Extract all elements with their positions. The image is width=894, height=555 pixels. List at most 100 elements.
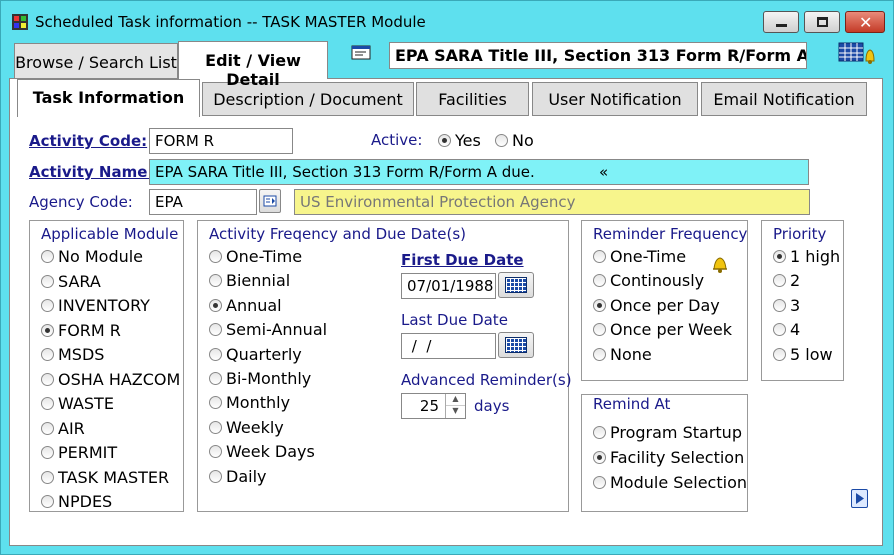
freq-list-option[interactable]: Biennial: [209, 271, 290, 290]
first-due-date-field[interactable]: 07/01/1988: [401, 273, 496, 299]
freq-list-option[interactable]: Semi-Annual: [209, 320, 327, 339]
prio-list-option[interactable]: 5 low: [773, 345, 833, 364]
radio-label: Module Selection: [610, 473, 747, 492]
radio-dot: [593, 250, 606, 263]
radio-dot: [41, 299, 54, 312]
radio-label: Semi-Annual: [226, 320, 328, 340]
activity-name-field[interactable]: EPA SARA Title III, Section 313 Form R/F…: [149, 159, 809, 185]
radio-dot: [773, 250, 786, 263]
advanced-reminder-label: Advanced Reminder(s): [401, 371, 572, 389]
radio-dot: [495, 134, 508, 147]
tab-user-notification[interactable]: User Notification: [532, 82, 698, 116]
close-button[interactable]: ✕: [845, 11, 885, 33]
last-due-date-field[interactable]: / /: [401, 333, 496, 359]
radio-label: MSDS: [58, 345, 105, 364]
prio-list-option[interactable]: 2: [773, 271, 800, 290]
next-page-button[interactable]: [851, 489, 868, 508]
active-label: Active:: [371, 131, 423, 149]
rem-list-option[interactable]: None: [593, 345, 652, 364]
freq-list-option[interactable]: Daily: [209, 467, 266, 486]
module-list-option[interactable]: OSHA HAZCOM: [41, 370, 180, 389]
module-list-option[interactable]: NPDES: [41, 492, 112, 511]
radio-dot: [41, 250, 54, 263]
radio-dot: [41, 397, 54, 410]
radio-dot: [209, 250, 222, 263]
last-due-calendar-button[interactable]: [498, 332, 534, 358]
radio-label: 1 high: [790, 247, 841, 266]
rem-list-option[interactable]: Once per Week: [593, 320, 732, 339]
freq-list-option[interactable]: Week Days: [209, 442, 315, 461]
radio-label: Continously: [610, 271, 705, 291]
freq-list-option[interactable]: Annual: [209, 296, 282, 315]
radio-dot: [41, 372, 54, 386]
maximize-icon: [817, 17, 828, 27]
module-list-option[interactable]: INVENTORY: [41, 296, 150, 315]
activity-code-label[interactable]: Activity Code:: [29, 132, 147, 150]
remind-list-option[interactable]: Program Startup: [593, 423, 742, 442]
spinner-up-icon[interactable]: ▲: [446, 394, 465, 406]
maximize-button[interactable]: [804, 11, 840, 33]
tab-label: Task Information: [32, 88, 185, 107]
radio-label: 3: [790, 295, 801, 315]
radio-dot: [209, 323, 222, 337]
radio-label: 4: [790, 320, 801, 340]
tab-email-notification[interactable]: Email Notification: [701, 82, 867, 116]
calendar-icon: [505, 337, 527, 353]
rem-list-option[interactable]: One-Time: [593, 247, 686, 266]
title-bar[interactable]: Scheduled Task information -- TASK MASTE…: [1, 1, 893, 41]
module-list-option[interactable]: TASK MASTER: [41, 468, 169, 487]
first-due-calendar-button[interactable]: [498, 272, 534, 298]
rem-list-option[interactable]: Once per Day: [593, 296, 720, 315]
module-list-option[interactable]: MSDS: [41, 345, 104, 364]
remind-list-option[interactable]: Module Selection: [593, 473, 747, 492]
freq-list-option[interactable]: One-Time: [209, 247, 302, 266]
rem-list-option[interactable]: Continously: [593, 271, 704, 290]
freq-list-option[interactable]: Quarterly: [209, 345, 302, 364]
tab-edit-view[interactable]: Edit / View Detail: [178, 41, 328, 89]
tab-facilities[interactable]: Facilities: [416, 82, 529, 116]
freq-list-option[interactable]: Bi-Monthly: [209, 369, 311, 388]
minimize-icon: [776, 24, 787, 27]
active-yes-radio[interactable]: Yes: [438, 131, 481, 150]
radio-label: AIR: [58, 418, 85, 438]
text-cursor-marker: «: [599, 163, 609, 181]
radio-dot: [41, 348, 54, 361]
agency-lookup-button[interactable]: [259, 189, 281, 213]
prio-list-option[interactable]: 1 high: [773, 247, 840, 266]
tab-label: Email Notification: [713, 90, 855, 109]
radio-label: Yes: [455, 131, 481, 150]
activity-name-label[interactable]: Activity Name:: [29, 163, 153, 181]
calendar-alarm-icon[interactable]: [838, 39, 876, 65]
active-no-radio[interactable]: No: [495, 131, 534, 150]
remind-list-option[interactable]: Facility Selection: [593, 448, 744, 467]
radio-dot: [209, 274, 222, 288]
module-list-option[interactable]: No Module: [41, 247, 143, 266]
tab-task-information[interactable]: Task Information: [17, 79, 200, 117]
radio-label: TASK MASTER: [58, 467, 170, 487]
first-due-date-label[interactable]: First Due Date: [401, 251, 524, 269]
radio-dot: [209, 420, 222, 434]
spinner-buttons[interactable]: ▲ ▼: [445, 394, 465, 418]
module-list-option[interactable]: AIR: [41, 419, 85, 438]
radio-label: Weekly: [226, 417, 284, 437]
radio-dot: [593, 298, 606, 312]
prio-list-option[interactable]: 4: [773, 320, 800, 339]
tab-browse-search[interactable]: Browse / Search List: [14, 43, 178, 78]
freq-list-option[interactable]: Weekly: [209, 418, 284, 437]
freq-list-option[interactable]: Monthly: [209, 393, 290, 412]
window: Scheduled Task information -- TASK MASTE…: [0, 0, 894, 555]
module-list-option[interactable]: FORM R: [41, 321, 121, 340]
activity-code-field[interactable]: FORM R: [149, 128, 293, 154]
agency-code-field[interactable]: EPA: [149, 189, 257, 215]
radio-label: Program Startup: [610, 423, 742, 442]
radio-dot: [41, 470, 54, 484]
radio-dot: [773, 274, 786, 288]
minimize-button[interactable]: [763, 11, 799, 33]
module-list-option[interactable]: WASTE: [41, 394, 114, 413]
prio-list-option[interactable]: 3: [773, 296, 800, 315]
module-list-option[interactable]: SARA: [41, 272, 101, 291]
radio-dot: [438, 134, 451, 147]
spinner-down-icon[interactable]: ▼: [446, 406, 465, 417]
last-due-date-label: Last Due Date: [401, 311, 508, 329]
module-list-option[interactable]: PERMIT: [41, 443, 117, 462]
